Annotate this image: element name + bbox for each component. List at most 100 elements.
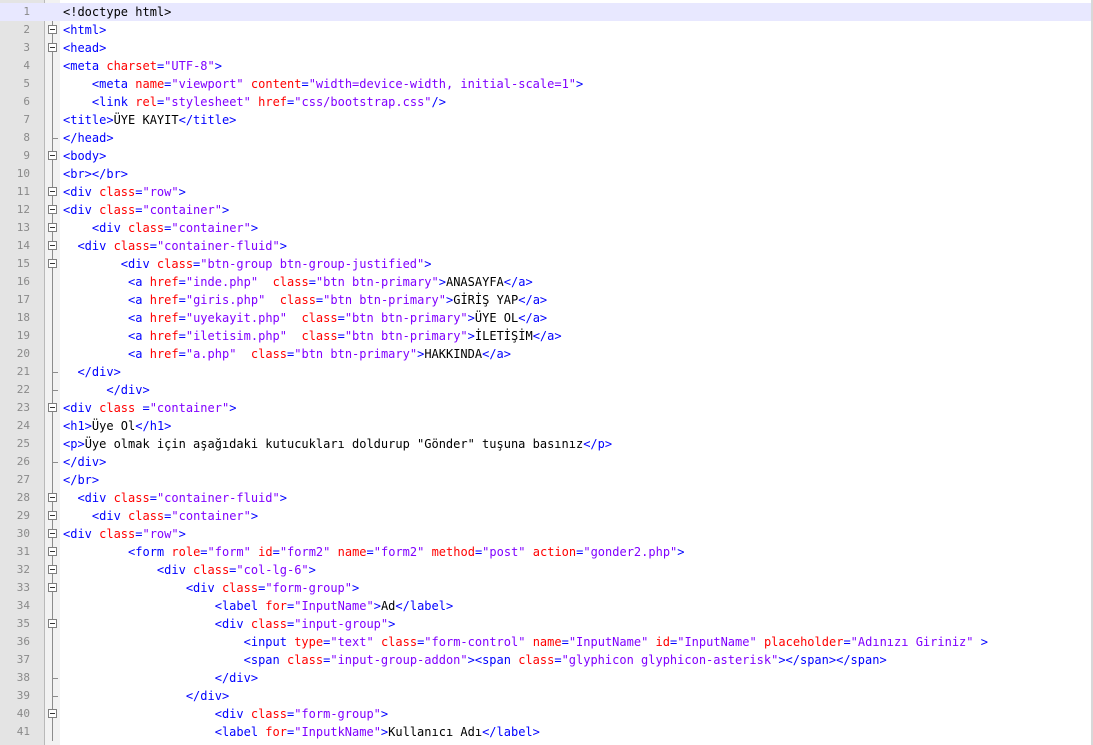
code-line[interactable]: 2 <html>: [0, 21, 1093, 39]
code-line[interactable]: 30 <div class="row">: [0, 525, 1093, 543]
code-text[interactable]: <html>: [63, 21, 106, 39]
code-text[interactable]: <div class="form-group">: [63, 579, 359, 597]
fold-toggle-icon[interactable]: [46, 219, 59, 237]
code-line[interactable]: 31 <form role="form" id="form2" name="fo…: [0, 543, 1093, 561]
code-line[interactable]: 36 <input type = "text" class = "form-contro…: [0, 633, 1093, 651]
code-text[interactable]: <div class="col-lg-6">: [63, 561, 316, 579]
code-line[interactable]: 29 <div class="container">: [0, 507, 1093, 525]
code-text[interactable]: <!doctype html>: [63, 3, 171, 21]
code-line[interactable]: 6 <link rel="stylesheet" href="css/boots…: [0, 93, 1093, 111]
fold-toggle-icon[interactable]: [46, 489, 59, 507]
code-text[interactable]: <div class="form-group">: [63, 705, 388, 723]
code-line[interactable]: 13 <div class="container">: [0, 219, 1093, 237]
code-line[interactable]: 20 <a href="a.php" class="btn btn-primar…: [0, 345, 1093, 363]
code-line[interactable]: 27 </br>: [0, 471, 1093, 489]
code-text[interactable]: </head>: [63, 129, 114, 147]
code-text[interactable]: <link rel="stylesheet" href="css/bootstr…: [63, 93, 446, 111]
fold-toggle-icon[interactable]: [46, 237, 59, 255]
code-text[interactable]: </div>: [63, 381, 149, 399]
code-line[interactable]: 21 </div>: [0, 363, 1093, 381]
code-line[interactable]: 8 </head>: [0, 129, 1093, 147]
code-text[interactable]: <label for="InputkName">Kullanıcı Adı</l…: [63, 723, 540, 741]
code-text[interactable]: <a href="giris.php" class="btn btn-prima…: [63, 291, 547, 309]
code-line[interactable]: 34 <label for="InputName">Ad</label>: [0, 597, 1093, 615]
code-line[interactable]: 40 <div class="form-group">: [0, 705, 1093, 723]
code-text[interactable]: <div class ="container">: [63, 399, 236, 417]
code-text[interactable]: <a href="a.php" class="btn btn-primary">…: [63, 345, 511, 363]
code-text[interactable]: <a href="inde.php" class="btn btn-primar…: [63, 273, 533, 291]
code-text[interactable]: <div class="row">: [63, 525, 186, 543]
fold-toggle-icon[interactable]: [46, 399, 59, 417]
code-text[interactable]: <input type="text" class="form-control" …: [63, 633, 988, 651]
code-line[interactable]: 19 <a href="iletisim.php" class="btn btn…: [0, 327, 1093, 345]
code-line[interactable]: 35 <div class="input-group">: [0, 615, 1093, 633]
code-text[interactable]: <h1>Üye Ol</h1>: [63, 417, 171, 435]
code-line[interactable]: 5 <meta name="viewport" content="width=d…: [0, 75, 1093, 93]
code-text[interactable]: <div class="row">: [63, 183, 186, 201]
code-text[interactable]: <br></br>: [63, 165, 128, 183]
code-line[interactable]: 17 <a href="giris.php" class="btn btn-pr…: [0, 291, 1093, 309]
code-line[interactable]: 11 <div class="row">: [0, 183, 1093, 201]
code-text[interactable]: </div>: [63, 363, 120, 381]
code-line[interactable]: 38 </div>: [0, 669, 1093, 687]
code-line[interactable]: 33 <div class="form-group">: [0, 579, 1093, 597]
code-line[interactable]: 7 <title>ÜYE KAYIT</title>: [0, 111, 1093, 129]
code-line[interactable]: 28 <div class="container-fluid">: [0, 489, 1093, 507]
code-text[interactable]: <div class="container">: [63, 507, 258, 525]
code-lines[interactable]: 1 <!doctype html> 2 <html> 3 <head> 4 <meta cha…: [0, 3, 1093, 741]
fold-toggle-icon[interactable]: [46, 507, 59, 525]
code-line[interactable]: 37 <span class="input-group-addon"><span…: [0, 651, 1093, 669]
code-text[interactable]: <div class="input-group">: [63, 615, 396, 633]
fold-toggle-icon[interactable]: [46, 201, 59, 219]
fold-toggle-icon[interactable]: [46, 615, 59, 633]
code-text[interactable]: </br>: [63, 471, 99, 489]
code-text[interactable]: <body>: [63, 147, 106, 165]
code-text[interactable]: <a href="uyekayit.php" class="btn btn-pr…: [63, 309, 547, 327]
code-line[interactable]: 15 <div class="btn-group btn-group-justi…: [0, 255, 1093, 273]
code-line[interactable]: 9 <body>: [0, 147, 1093, 165]
code-editor[interactable]: 1 <!doctype html> 2 <html> 3 <head> 4 <meta cha…: [0, 0, 1093, 745]
code-line[interactable]: 25 <p>Üye olmak için aşağıdaki kutucuklar…: [0, 435, 1093, 453]
code-line[interactable]: 41 <label for="InputkName">Kullanıcı Adı…: [0, 723, 1093, 741]
fold-toggle-icon[interactable]: [46, 21, 59, 39]
fold-toggle-icon[interactable]: [46, 147, 59, 165]
code-line[interactable]: 10 <br></br>: [0, 165, 1093, 183]
code-line[interactable]: 1 <!doctype html>: [0, 3, 1093, 21]
fold-toggle-icon[interactable]: [46, 579, 59, 597]
code-line[interactable]: 3 <head>: [0, 39, 1093, 57]
code-line[interactable]: 14 <div class="container-fluid">: [0, 237, 1093, 255]
code-text[interactable]: <a href="iletisim.php" class="btn btn-pr…: [63, 327, 562, 345]
fold-toggle-icon[interactable]: [46, 525, 59, 543]
fold-toggle-icon[interactable]: [46, 543, 59, 561]
code-text[interactable]: <label for="InputName">Ad</label>: [63, 597, 453, 615]
code-text[interactable]: </div>: [63, 669, 258, 687]
code-line[interactable]: 32 <div class="col-lg-6">: [0, 561, 1093, 579]
code-text[interactable]: <meta charset="UTF-8">: [63, 57, 222, 75]
code-text[interactable]: <div class="container">: [63, 219, 258, 237]
fold-toggle-icon[interactable]: [46, 705, 59, 723]
fold-toggle-icon[interactable]: [46, 561, 59, 579]
code-text[interactable]: <head>: [63, 39, 106, 57]
code-text[interactable]: <div class="container-fluid">: [63, 237, 287, 255]
fold-toggle-icon[interactable]: [46, 255, 59, 273]
code-line[interactable]: 12 <div class="container">: [0, 201, 1093, 219]
code-text[interactable]: <title>ÜYE KAYIT</title>: [63, 111, 236, 129]
fold-toggle-icon[interactable]: [46, 183, 59, 201]
code-text[interactable]: <span class="input-group-addon"><span cl…: [63, 651, 887, 669]
code-line[interactable]: 22 </div>: [0, 381, 1093, 399]
code-text[interactable]: </div>: [63, 453, 106, 471]
code-text[interactable]: <div class="container-fluid">: [63, 489, 287, 507]
code-text[interactable]: <form role="form" id="form2" name="form2…: [63, 543, 684, 561]
code-line[interactable]: 39 </div>: [0, 687, 1093, 705]
code-line[interactable]: 26 </div>: [0, 453, 1093, 471]
code-line[interactable]: 16 <a href="inde.php" class="btn btn-pri…: [0, 273, 1093, 291]
code-line[interactable]: 18 <a href="uyekayit.php" class="btn btn…: [0, 309, 1093, 327]
code-text[interactable]: <div class="container">: [63, 201, 229, 219]
code-text[interactable]: <p>Üye olmak için aşağıdaki kutucukları …: [63, 435, 612, 453]
code-line[interactable]: 4 <meta charset="UTF-8">: [0, 57, 1093, 75]
code-text[interactable]: </div>: [63, 687, 229, 705]
code-text[interactable]: <div class="btn-group btn-group-justifie…: [63, 255, 432, 273]
code-line[interactable]: 23 <div class ="container">: [0, 399, 1093, 417]
code-text[interactable]: <meta name="viewport" content="width=dev…: [63, 75, 583, 93]
code-line[interactable]: 24 <h1>Üye Ol</h1>: [0, 417, 1093, 435]
